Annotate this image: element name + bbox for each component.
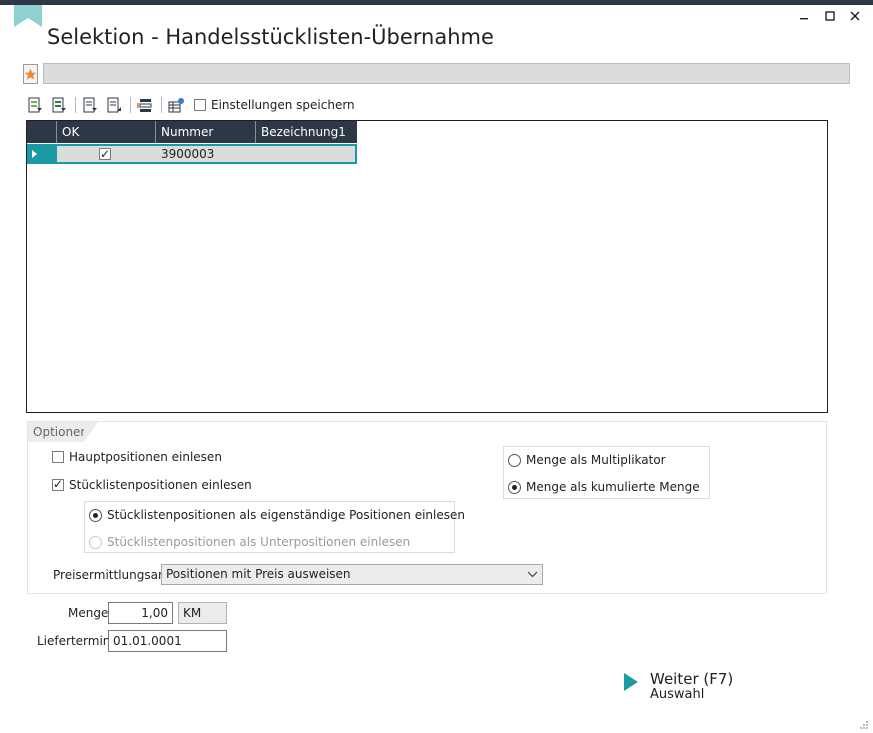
maximize-button[interactable] bbox=[822, 8, 838, 24]
bookmark-icon[interactable] bbox=[14, 5, 42, 27]
import-button[interactable] bbox=[106, 97, 123, 114]
export-button[interactable] bbox=[82, 97, 99, 114]
preisermittlung-label: Preisermittlungsart bbox=[53, 568, 168, 582]
toolbar-separator bbox=[130, 97, 131, 113]
radio-menge-kumuliert-button[interactable] bbox=[508, 480, 521, 494]
cell-nummer[interactable]: 3900003 bbox=[156, 146, 256, 162]
grid-header-indicator bbox=[27, 121, 57, 143]
radio-eigenstaendig-button[interactable] bbox=[89, 508, 102, 522]
radio-menge-multiplikator-label: Menge als Multiplikator bbox=[526, 453, 666, 467]
deselect-all-button[interactable] bbox=[51, 97, 68, 114]
hauptpositionen-checkbox[interactable]: Hauptpositionen einlesen bbox=[52, 450, 222, 464]
preisermittlung-value: Positionen mit Preis ausweisen bbox=[166, 567, 351, 581]
weiter-label: Weiter (F7) bbox=[650, 670, 734, 688]
stuecklistenpositionen-checkbox[interactable]: Stücklistenpositionen einlesen bbox=[52, 477, 252, 492]
play-icon bbox=[624, 673, 638, 691]
grid-toolbar: Einstellungen speichern bbox=[27, 95, 355, 115]
close-icon bbox=[850, 11, 860, 21]
move-list-button[interactable] bbox=[137, 97, 154, 114]
deselect-all-icon bbox=[52, 97, 66, 112]
column-header-ok[interactable]: OK bbox=[57, 121, 156, 143]
window-top-border bbox=[0, 0, 873, 5]
preisermittlung-select[interactable]: Positionen mit Preis ausweisen bbox=[161, 564, 543, 585]
liefertermin-field[interactable]: 01.01.0001 bbox=[108, 630, 227, 652]
list-move-icon bbox=[137, 98, 152, 112]
grid-settings-button[interactable] bbox=[168, 97, 185, 114]
radio-unterpositionen[interactable]: Stücklistenpositionen als Unterpositione… bbox=[89, 535, 410, 549]
hauptpositionen-label: Hauptpositionen einlesen bbox=[69, 450, 222, 464]
resize-grip-icon[interactable] bbox=[859, 720, 869, 730]
radio-menge-multiplikator-button[interactable] bbox=[508, 453, 521, 467]
menge-unit-field: KM bbox=[178, 602, 227, 624]
hauptpositionen-check-box[interactable] bbox=[52, 451, 64, 463]
radio-eigenstaendig[interactable]: Stücklistenpositionen als eigenständige … bbox=[89, 508, 465, 522]
weiter-button[interactable]: Weiter (F7) Auswahl bbox=[624, 671, 733, 703]
menge-label: Menge bbox=[68, 606, 109, 620]
minimize-icon bbox=[800, 18, 808, 20]
chevron-down-icon bbox=[527, 565, 538, 590]
row-indicator[interactable] bbox=[27, 144, 57, 164]
cell-bezeichnung1[interactable] bbox=[256, 146, 355, 162]
column-header-bezeichnung1[interactable]: Bezeichnung1 bbox=[256, 121, 357, 143]
options-section-label: Optionen bbox=[28, 422, 98, 442]
select-all-button[interactable] bbox=[27, 97, 44, 114]
grid-settings-icon bbox=[168, 97, 184, 112]
export-icon bbox=[83, 97, 97, 112]
row-ok-checkbox[interactable] bbox=[99, 146, 111, 162]
toolbar-separator bbox=[161, 97, 162, 113]
menge-field[interactable]: 1,00 bbox=[108, 602, 173, 624]
stuecklistenpositionen-check-box[interactable] bbox=[52, 477, 64, 491]
star-icon bbox=[24, 68, 37, 80]
favorite-button[interactable] bbox=[23, 64, 38, 84]
column-header-nummer[interactable]: Nummer bbox=[156, 121, 256, 143]
table-row[interactable]: 3900003 bbox=[57, 144, 357, 164]
radio-menge-kumuliert[interactable]: Menge als kumulierte Menge bbox=[508, 480, 700, 494]
stuecklistenpositionen-label: Stücklistenpositionen einlesen bbox=[69, 478, 252, 492]
radio-menge-multiplikator[interactable]: Menge als Multiplikator bbox=[508, 453, 666, 467]
liefertermin-label: Liefertermin bbox=[37, 634, 111, 648]
radio-unterpositionen-button[interactable] bbox=[89, 535, 102, 549]
save-settings-label: Einstellungen speichern bbox=[211, 98, 355, 112]
maximize-icon bbox=[825, 11, 835, 21]
search-bar[interactable] bbox=[43, 63, 850, 84]
selection-grid[interactable]: OK Nummer Bezeichnung1 3900003 bbox=[26, 120, 828, 413]
select-all-icon bbox=[28, 97, 42, 112]
grid-header: OK Nummer Bezeichnung1 bbox=[27, 121, 357, 143]
close-button[interactable] bbox=[847, 8, 863, 24]
save-settings-checkbox[interactable]: Einstellungen speichern bbox=[194, 98, 355, 112]
save-settings-check-box[interactable] bbox=[194, 99, 206, 111]
cell-ok[interactable] bbox=[57, 146, 156, 162]
minimize-button[interactable] bbox=[796, 8, 812, 24]
window-title: Selektion - Handelsstücklisten-Übernahme bbox=[47, 25, 494, 49]
import-icon bbox=[107, 97, 121, 112]
radio-eigenstaendig-label: Stücklistenpositionen als eigenständige … bbox=[107, 508, 465, 522]
toolbar-separator bbox=[75, 97, 76, 113]
radio-menge-kumuliert-label: Menge als kumulierte Menge bbox=[526, 480, 700, 494]
radio-unterpositionen-label: Stücklistenpositionen als Unterpositione… bbox=[107, 535, 411, 549]
weiter-sublabel: Auswahl bbox=[650, 687, 705, 702]
